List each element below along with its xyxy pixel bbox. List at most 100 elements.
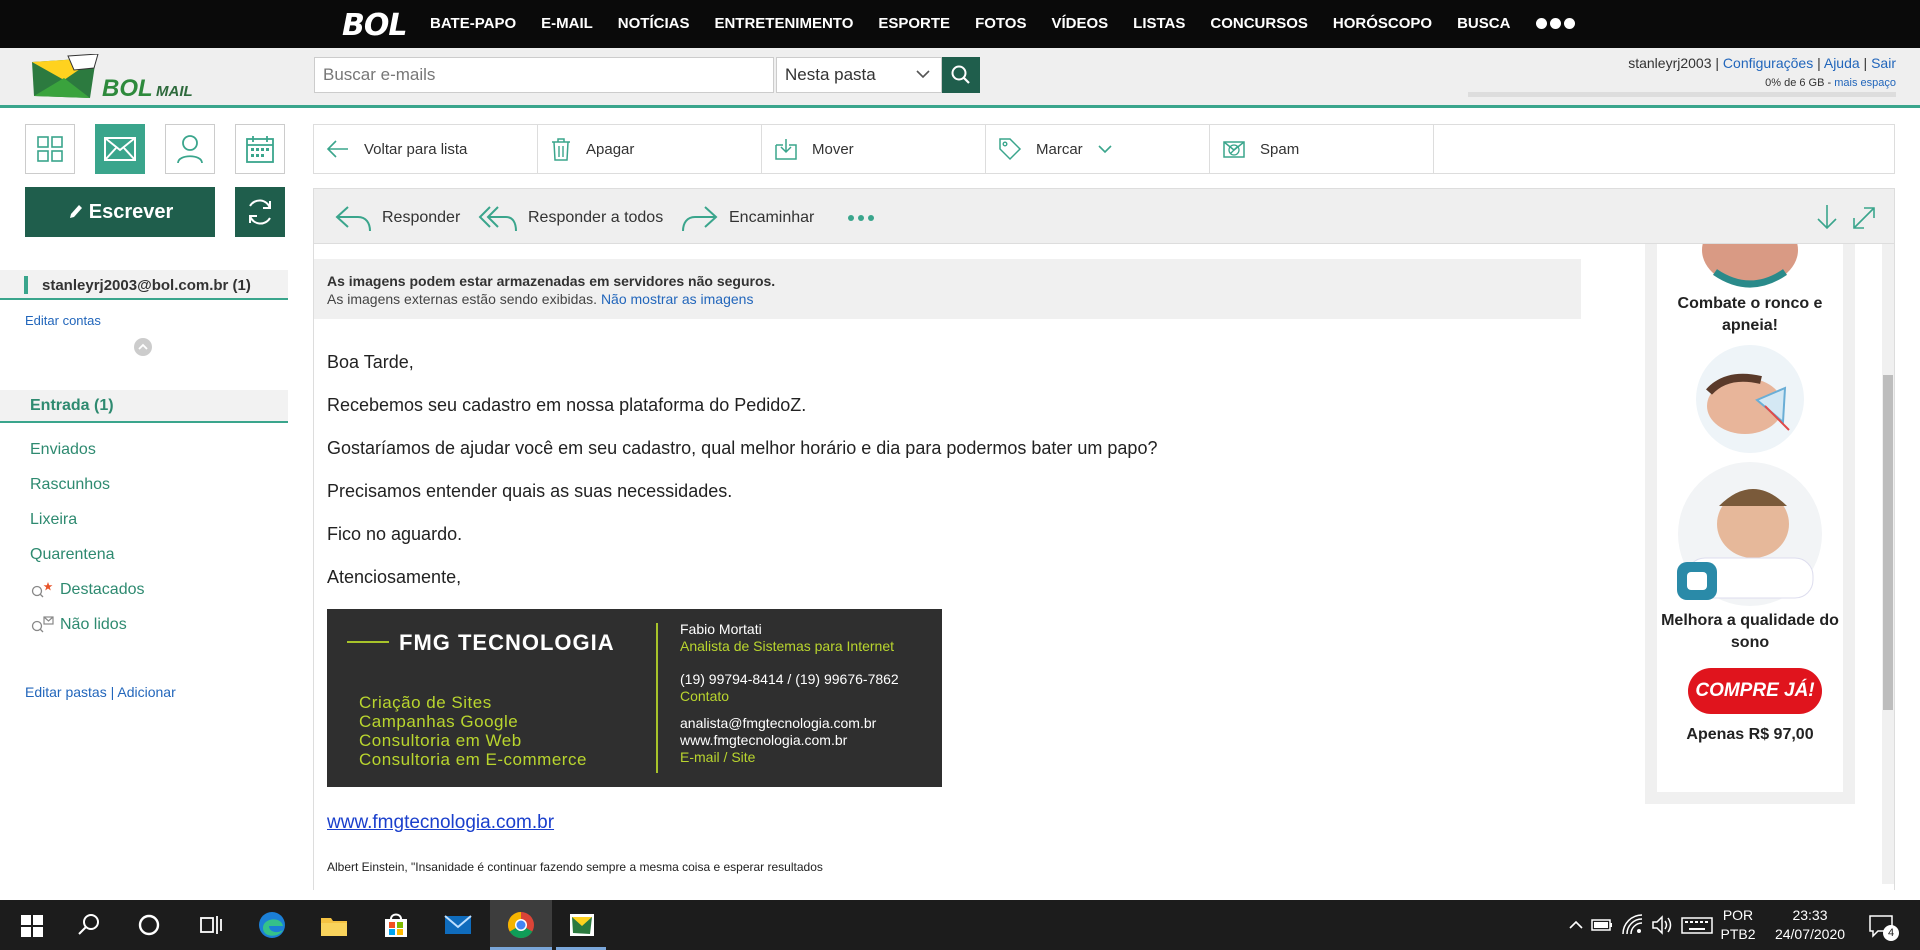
logout-link[interactable]: Sair xyxy=(1871,55,1896,71)
nav-videos[interactable]: VÍDEOS xyxy=(1051,0,1108,48)
language-code: POR xyxy=(1722,907,1754,923)
apps-grid-button[interactable] xyxy=(25,124,75,174)
nav-entretenimento[interactable]: ENTRETENIMENTO xyxy=(714,0,853,48)
nav-bate-papo[interactable]: BATE-PAPO xyxy=(430,0,516,48)
message-line: Atenciosamente, xyxy=(327,567,462,587)
more-actions-icon[interactable] xyxy=(848,215,874,221)
folder-drafts[interactable]: Rascunhos xyxy=(30,467,145,502)
calendar-app-button[interactable] xyxy=(235,124,285,174)
nav-esporte[interactable]: ESPORTE xyxy=(878,0,950,48)
reply-all-button[interactable]: Responder a todos xyxy=(478,203,663,233)
mark-button[interactable]: Marcar xyxy=(986,125,1210,173)
edge-icon[interactable] xyxy=(257,910,287,940)
add-folder-link[interactable]: Adicionar xyxy=(117,684,175,700)
ad-buy-button[interactable]: COMPRE JÁ! xyxy=(1688,668,1822,714)
task-view-icon[interactable] xyxy=(196,910,226,940)
mail-app-button[interactable] xyxy=(95,124,145,174)
message-line: Boa Tarde, xyxy=(327,352,414,372)
person-icon xyxy=(177,135,203,164)
refresh-button[interactable] xyxy=(235,187,285,237)
bolmail-brand: BOL xyxy=(102,75,153,102)
folder-trash[interactable]: Lixeira xyxy=(30,502,145,537)
account-item[interactable]: stanleyrj2003@bol.com.br (1) xyxy=(0,270,288,300)
search-scope-select[interactable]: Nesta pasta xyxy=(776,57,942,93)
bol-logo[interactable]: BOL xyxy=(342,8,407,43)
account-indicator xyxy=(24,276,28,294)
expand-icon[interactable] xyxy=(1851,203,1877,231)
folder-quarantine-label: Quarentena xyxy=(30,545,115,563)
website-link[interactable]: www.fmgtecnologia.com.br xyxy=(327,812,554,834)
spam-button[interactable]: Spam xyxy=(1210,125,1434,173)
cortana-icon[interactable] xyxy=(134,910,164,940)
arrow-left-icon xyxy=(326,140,348,158)
ad-sleeping-face-image xyxy=(1696,345,1804,453)
compose-button[interactable]: Escrever xyxy=(25,187,215,237)
image-warning-title: As imagens podem estar armazenadas em se… xyxy=(327,273,776,289)
email-scrollbar-thumb[interactable] xyxy=(1883,375,1893,710)
file-explorer-icon[interactable] xyxy=(319,910,349,940)
collapse-toggle[interactable] xyxy=(134,338,152,356)
windows-start-icon[interactable] xyxy=(17,910,47,940)
nav-busca[interactable]: BUSCA xyxy=(1457,0,1510,48)
search-input[interactable] xyxy=(314,57,774,93)
nav-fotos[interactable]: FOTOS xyxy=(975,0,1026,48)
more-space-link[interactable]: mais espaço xyxy=(1834,77,1896,89)
nav-email[interactable]: E-MAIL xyxy=(541,0,593,48)
folder-sent[interactable]: Enviados xyxy=(30,432,145,467)
chevron-down-icon xyxy=(916,70,930,79)
store-icon[interactable] xyxy=(381,910,411,940)
windows-taskbar: POR PTB2 23:33 24/07/2020 4 xyxy=(0,900,1920,950)
spam-envelope-icon xyxy=(1223,141,1245,158)
keyboard-icon[interactable] xyxy=(1680,910,1714,940)
ad-price: Apenas R$ 97,00 xyxy=(1686,726,1814,743)
ad-banner[interactable]: Combate o ronco e apneia! Melhora a qual… xyxy=(1645,244,1855,804)
search-button[interactable] xyxy=(942,57,980,93)
nav-horoscopo[interactable]: HORÓSCOPO xyxy=(1333,0,1432,48)
folder-quarantine[interactable]: Quarentena xyxy=(30,537,145,572)
move-button[interactable]: Mover xyxy=(762,125,986,173)
edit-folders-link[interactable]: Editar pastas xyxy=(25,684,107,700)
ad-content: Combate o ronco e apneia! Melhora a qual… xyxy=(1657,244,1843,792)
back-to-list-button[interactable]: Voltar para lista xyxy=(314,125,538,173)
edit-accounts-link[interactable]: Editar contas xyxy=(25,313,101,328)
settings-link[interactable]: Configurações xyxy=(1723,55,1813,71)
message-line: Precisamos entender quais as suas necess… xyxy=(327,481,733,501)
nav-concursos[interactable]: CONCURSOS xyxy=(1210,0,1308,48)
folder-trash-label: Lixeira xyxy=(30,510,78,528)
battery-icon[interactable] xyxy=(1587,910,1617,940)
clock[interactable]: 23:33 24/07/2020 xyxy=(1762,906,1858,944)
reply-button[interactable]: Responder xyxy=(334,203,460,233)
contacts-app-button[interactable] xyxy=(165,124,215,174)
chevron-down-icon xyxy=(1098,145,1112,154)
back-to-list-label: Voltar para lista xyxy=(364,140,468,158)
bolmail-suffix: MAIL xyxy=(156,83,193,100)
wifi-icon[interactable] xyxy=(1618,910,1648,940)
move-to-folder-icon xyxy=(775,139,797,160)
mail-icon[interactable] xyxy=(443,910,473,940)
forward-button[interactable]: Encaminhar xyxy=(681,203,814,233)
message-line: Recebemos seu cadastro em nossa platafor… xyxy=(327,395,807,415)
delete-button[interactable]: Apagar xyxy=(538,125,762,173)
signature-service: Campanhas Google xyxy=(359,712,519,731)
arrow-down-icon[interactable] xyxy=(1814,203,1840,231)
filter-starred[interactable]: Destacados xyxy=(30,572,145,607)
bolmail-app-icon[interactable] xyxy=(567,910,597,940)
language-indicator[interactable]: POR PTB2 xyxy=(1718,906,1758,944)
quota-text: 0% de 6 GB xyxy=(1765,77,1825,89)
volume-icon[interactable] xyxy=(1647,910,1677,940)
chrome-icon[interactable] xyxy=(506,910,536,940)
signature-service: Criação de Sites xyxy=(359,693,492,712)
more-menu-icon[interactable] xyxy=(1536,18,1575,29)
search-icon[interactable] xyxy=(74,910,104,940)
help-link[interactable]: Ajuda xyxy=(1824,55,1860,71)
grid-icon xyxy=(37,136,63,162)
filter-unread[interactable]: Não lidos xyxy=(30,607,145,642)
hide-images-link[interactable]: Não mostrar as imagens xyxy=(601,291,754,307)
signature-email-site-label: E-mail / Site xyxy=(680,749,756,765)
nav-listas[interactable]: LISTAS xyxy=(1133,0,1185,48)
nav-noticias[interactable]: NOTÍCIAS xyxy=(618,0,690,48)
folder-list: Enviados Rascunhos Lixeira Quarentena De… xyxy=(30,432,145,642)
folder-sent-label: Enviados xyxy=(30,440,96,458)
bolmail-logo[interactable]: BOL MAIL xyxy=(28,53,198,104)
folder-inbox[interactable]: Entrada (1) xyxy=(0,390,288,423)
